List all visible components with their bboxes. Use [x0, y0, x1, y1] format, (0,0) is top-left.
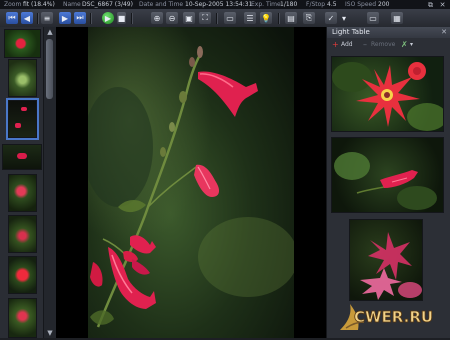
details-icon[interactable]: ≡ [41, 12, 53, 24]
close-window-icon[interactable]: ✕ [438, 1, 447, 9]
chevron-down-icon[interactable]: ▾ [340, 12, 348, 24]
light-table-image-1[interactable] [331, 56, 444, 132]
name-value: DSC_6867 (3/49) [82, 1, 133, 8]
panel-title: Light Table [327, 27, 450, 38]
zoom-value: fit (18.4%) [23, 1, 55, 8]
date-label: Date and Time [139, 1, 184, 8]
red-flower-image [334, 152, 437, 210]
light-table-image-2[interactable] [331, 137, 444, 213]
penstemon-flower-image [88, 27, 294, 338]
exp-label: Exp. Time [251, 1, 281, 8]
scroll-down-icon[interactable]: ▼ [44, 328, 56, 338]
check-icon[interactable]: ✓ [325, 12, 337, 24]
first-icon[interactable]: ⏮ [6, 12, 18, 24]
grid-icon[interactable]: ▦ [391, 12, 403, 24]
toolbar: ⏮ ◀ ≡ ▶ ⏭ ▶ ■ ⊕ ⊖ ▣ ⛶ ▭ ☰ 💡 ▤ ⎘ ✓ ▾ ▭ ▦ [0, 9, 450, 28]
main-photo [88, 27, 294, 338]
stop-icon[interactable]: ■ [117, 12, 126, 24]
watermark-graphic: CWER.RU [340, 304, 433, 330]
zoom-out-icon[interactable]: ⊖ [166, 12, 178, 24]
remove-icon[interactable]: – [363, 38, 367, 52]
scrollbar-thumb[interactable] [46, 39, 53, 99]
last-icon[interactable]: ⏭ [74, 12, 86, 24]
thumbnail-1[interactable] [4, 29, 41, 58]
thumbnail-3-selected[interactable] [6, 98, 39, 140]
light-table-image-3[interactable] [349, 219, 423, 301]
fstop-label: F/Stop [306, 1, 326, 8]
scroll-up-icon[interactable]: ▲ [44, 27, 56, 37]
link-icon[interactable]: ⎘ [303, 12, 315, 24]
chevron-down-icon[interactable]: ▾ [410, 38, 413, 52]
watermark-logo: CWER.RU [338, 292, 442, 336]
info-icon[interactable]: ☰ [244, 12, 256, 24]
add-button[interactable]: Add [341, 38, 353, 52]
zoom-in-icon[interactable]: ⊕ [151, 12, 163, 24]
play-icon[interactable]: ▶ [102, 12, 114, 24]
light-table-tools: + Add – Remove ✗ ▾ [327, 38, 450, 52]
fstop-value: 4.5 [327, 1, 337, 8]
next-icon[interactable]: ▶ [59, 12, 71, 24]
iso-label: ISO Speed [345, 1, 377, 8]
star-flower-image [332, 62, 443, 131]
restore-window-icon[interactable]: ⧉ [426, 1, 435, 9]
remove-button[interactable]: Remove [371, 38, 395, 52]
slideshow-icon[interactable]: ▭ [224, 12, 236, 24]
thumbnail-2[interactable] [8, 59, 37, 97]
info-bar: Zoom fit (18.4%) Name DSC_6867 (3/49) Da… [0, 0, 450, 9]
prev-icon[interactable]: ◀ [21, 12, 33, 24]
zoom-label: Zoom [4, 1, 22, 8]
box-icon[interactable]: ▤ [285, 12, 297, 24]
screen-icon[interactable]: ▭ [367, 12, 379, 24]
pink-flower-image [360, 232, 422, 300]
thumbnail-7[interactable] [8, 256, 37, 294]
thumbnail-8[interactable] [8, 298, 37, 338]
date-value: 10-Sep-2005 13:54:31 [185, 1, 253, 8]
tools-icon[interactable]: ✗ [401, 38, 408, 52]
thumbnail-5[interactable] [8, 174, 37, 212]
light-icon[interactable]: 💡 [260, 12, 272, 24]
watermark-text: CWER.RU [354, 308, 433, 326]
fullscreen-icon[interactable]: ⛶ [199, 12, 211, 24]
add-icon[interactable]: + [332, 38, 339, 52]
filmstrip [0, 27, 43, 338]
thumbnail-6[interactable] [8, 215, 37, 253]
thumbnail-4[interactable] [2, 144, 42, 170]
image-icon[interactable]: ▣ [183, 12, 195, 24]
filmstrip-scrollbar[interactable]: ▲ ▼ [43, 27, 56, 338]
iso-value: 200 [378, 1, 390, 8]
name-label: Name [63, 1, 81, 8]
close-panel-icon[interactable]: ✕ [441, 27, 447, 38]
exp-value: 1/180 [280, 1, 298, 8]
image-viewer[interactable] [56, 27, 326, 338]
